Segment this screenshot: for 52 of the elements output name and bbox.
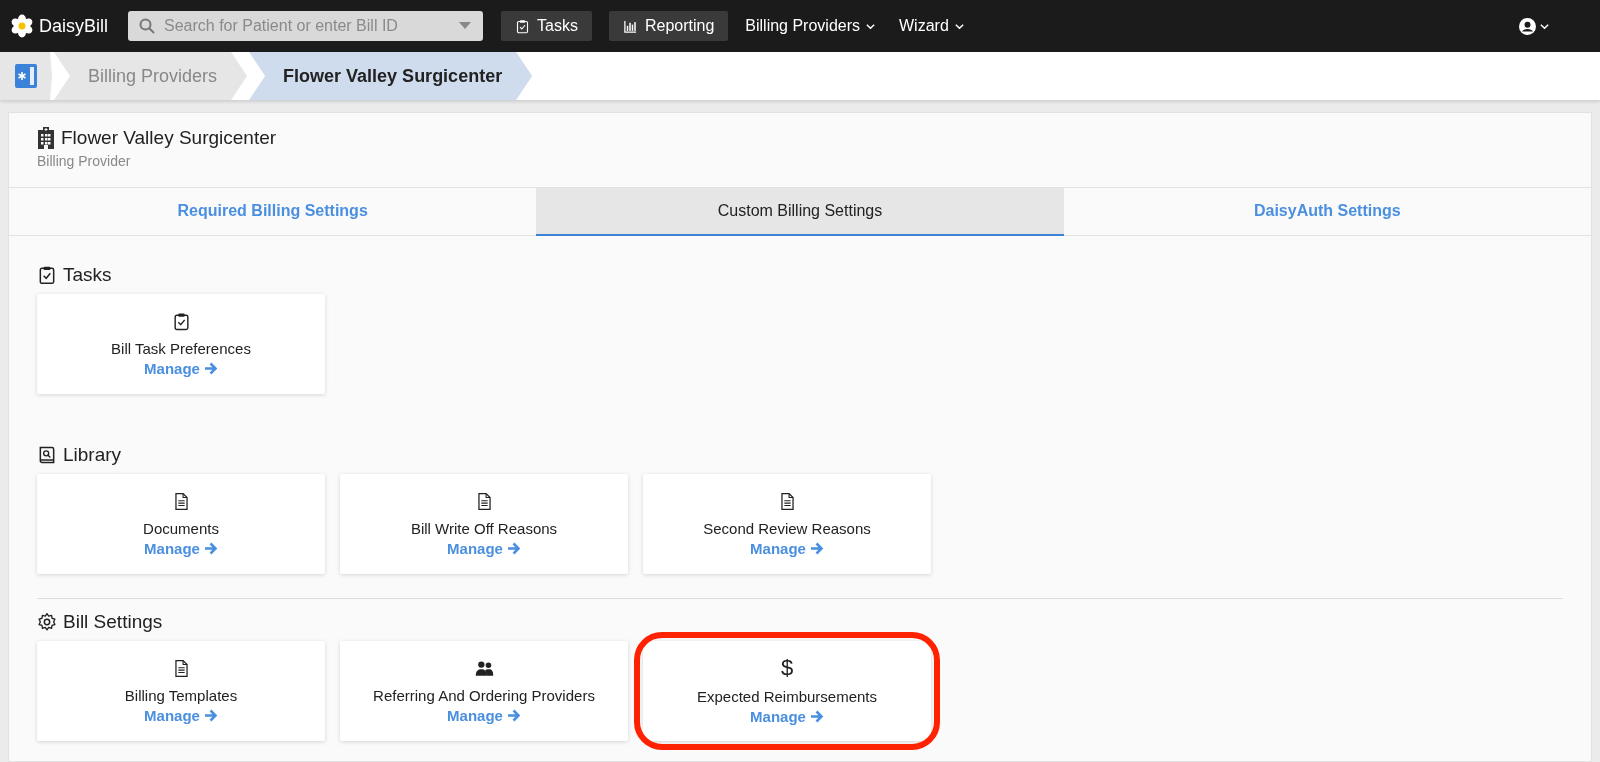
- card-title: Bill Task Preferences: [111, 339, 251, 357]
- card-title: Expected Reimbursements: [696, 688, 878, 705]
- people-icon: [474, 658, 494, 678]
- arrow-right-icon: [506, 541, 521, 555]
- card-title: Second Review Reasons: [703, 519, 871, 537]
- section-heading: Tasks: [63, 264, 112, 286]
- nav-menu[interactable]: Billing Providers: [745, 17, 876, 35]
- nav-button[interactable]: Tasks: [501, 11, 592, 41]
- nav-menu[interactable]: Wizard: [899, 17, 965, 35]
- manage-link[interactable]: Manage: [144, 539, 218, 557]
- settings-tab[interactable]: DaisyAuth Settings: [1063, 188, 1591, 236]
- manage-link[interactable]: Manage: [144, 359, 218, 377]
- user-avatar-icon: [1519, 17, 1536, 35]
- card-title: Documents: [143, 519, 219, 537]
- building-icon: [37, 127, 55, 149]
- manage-link[interactable]: Manage: [750, 539, 824, 557]
- settings-tab[interactable]: Required Billing Settings: [9, 188, 537, 236]
- search-field[interactable]: Search for Patient or enter Bill ID: [128, 11, 483, 41]
- manage-link[interactable]: Manage: [447, 706, 521, 724]
- arrow-right-icon: [203, 708, 218, 722]
- user-menu[interactable]: [1519, 17, 1550, 35]
- settings-tab[interactable]: Custom Billing Settings: [536, 188, 1064, 236]
- arrow-right-icon: [203, 361, 218, 375]
- section-heading: Library: [63, 444, 122, 466]
- provider-card-icon[interactable]: [15, 64, 37, 88]
- provider-title: Flower Valley Surgicenter: [61, 127, 277, 149]
- manage-link[interactable]: Manage: [144, 706, 218, 724]
- card-title: Referring And Ordering Providers: [373, 686, 595, 704]
- clipboard-check-icon: [37, 265, 57, 285]
- search-icon: [139, 18, 155, 34]
- dollar-sign-icon: $: [780, 657, 794, 679]
- arrow-right-icon: [809, 541, 824, 555]
- provider-subtitle: Billing Provider: [37, 153, 132, 169]
- card-title: Bill Write Off Reasons: [410, 519, 558, 537]
- app-logo-text[interactable]: DaisyBill: [39, 15, 108, 37]
- breadcrumb-item[interactable]: Flower Valley Surgicenter: [249, 52, 533, 100]
- arrow-right-icon: [203, 541, 218, 555]
- breadcrumb-item[interactable]: Billing Providers: [54, 52, 248, 100]
- card-title: Billing Templates: [124, 686, 238, 704]
- manage-link[interactable]: Manage: [750, 708, 824, 725]
- arrow-right-icon: [809, 710, 824, 723]
- clipboard-check-icon: [515, 18, 530, 34]
- nav-button[interactable]: Reporting: [608, 11, 729, 41]
- arrow-right-icon: [506, 708, 521, 722]
- section-heading: Bill Settings: [63, 611, 163, 633]
- flower-logo-icon: [10, 14, 34, 38]
- clipboard-check-icon: [171, 311, 191, 331]
- bar-chart-icon: [622, 18, 638, 34]
- gear-icon: [37, 612, 57, 632]
- manage-link[interactable]: Manage: [447, 539, 521, 557]
- dropdown-caret-icon: [459, 22, 471, 30]
- book-icon: [37, 445, 57, 465]
